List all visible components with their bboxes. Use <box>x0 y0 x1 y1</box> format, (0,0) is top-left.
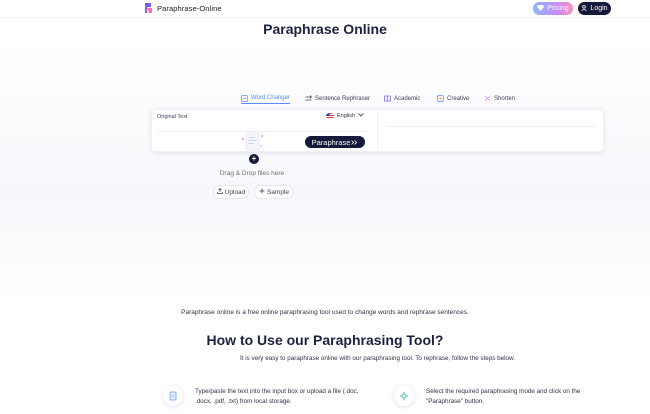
shorten-icon <box>484 95 491 102</box>
add-file-button[interactable]: + <box>249 154 259 164</box>
sentence-rephraser-icon <box>305 95 312 102</box>
tab-sentence-rephraser[interactable]: Sentence Rephraser <box>305 93 370 104</box>
language-select[interactable]: English <box>326 113 364 119</box>
editor-card: Original Text English <box>151 109 604 152</box>
double-chevron-right-icon <box>351 138 358 147</box>
tab-label: Creative <box>447 95 470 102</box>
tab-word-changer[interactable]: Word Changer <box>241 93 290 104</box>
tab-label: Sentence Rephraser <box>315 95 371 102</box>
paraphrase-button[interactable]: Paraphrase <box>305 136 365 148</box>
paraphrase-label: Paraphrase <box>311 137 351 147</box>
sample-label: Sample <box>266 188 290 196</box>
tab-label: Shorten <box>494 95 516 102</box>
navbar: Paraphrase-Online Pricing Login <box>0 0 650 18</box>
howto-title: How to Use our Paraphrasing Tool? <box>206 332 444 348</box>
sample-button[interactable]: Sample <box>254 185 294 199</box>
document-icon <box>163 386 183 406</box>
academic-icon <box>384 95 391 102</box>
pricing-button[interactable]: Pricing <box>533 2 573 15</box>
brand[interactable]: Paraphrase-Online <box>143 2 222 14</box>
user-icon <box>581 4 588 13</box>
output-panel <box>378 110 605 151</box>
chevron-down-icon <box>358 113 364 119</box>
tab-shorten[interactable]: Shorten <box>484 93 515 104</box>
about-text: Paraphrase online is a free online parap… <box>181 309 469 316</box>
tab-label: Word Changer <box>251 95 290 101</box>
tab-label: Academic <box>394 95 421 102</box>
mode-tabs: Word Changer Sentence Rephraser Academic… <box>0 93 650 105</box>
original-text-label: Original Text <box>157 114 188 120</box>
language-label: English <box>337 113 356 119</box>
upload-label: Upload <box>224 188 246 196</box>
upload-button[interactable]: Upload <box>213 185 249 199</box>
step-1-text: Type/paste the text into the input box o… <box>195 388 359 405</box>
drag-drop-text: Drag & Drop files here <box>219 170 285 177</box>
hero-background <box>0 40 650 300</box>
step-2-text: Select the required paraphrasing mode an… <box>426 388 581 405</box>
file-upload-illustration-icon <box>240 131 266 153</box>
output-divider <box>386 126 596 127</box>
brand-logo-icon <box>143 2 153 14</box>
pricing-label: Pricing <box>547 5 569 12</box>
brand-name: Paraphrase-Online <box>157 3 222 13</box>
settings-sparkle-icon <box>394 386 414 406</box>
howto-description: It is very easy to paraphrase online wit… <box>240 355 516 362</box>
word-changer-icon <box>241 94 248 102</box>
tab-academic[interactable]: Academic <box>384 93 420 104</box>
plus-icon <box>259 188 265 196</box>
tab-creative[interactable]: Creative <box>437 93 469 104</box>
page-title: Paraphrase Online <box>263 21 387 37</box>
upload-icon <box>216 188 223 196</box>
login-button[interactable]: Login <box>578 2 611 15</box>
login-label: Login <box>590 5 608 12</box>
creative-icon <box>437 95 444 102</box>
us-flag-icon <box>326 113 334 119</box>
diamond-icon <box>537 4 545 13</box>
